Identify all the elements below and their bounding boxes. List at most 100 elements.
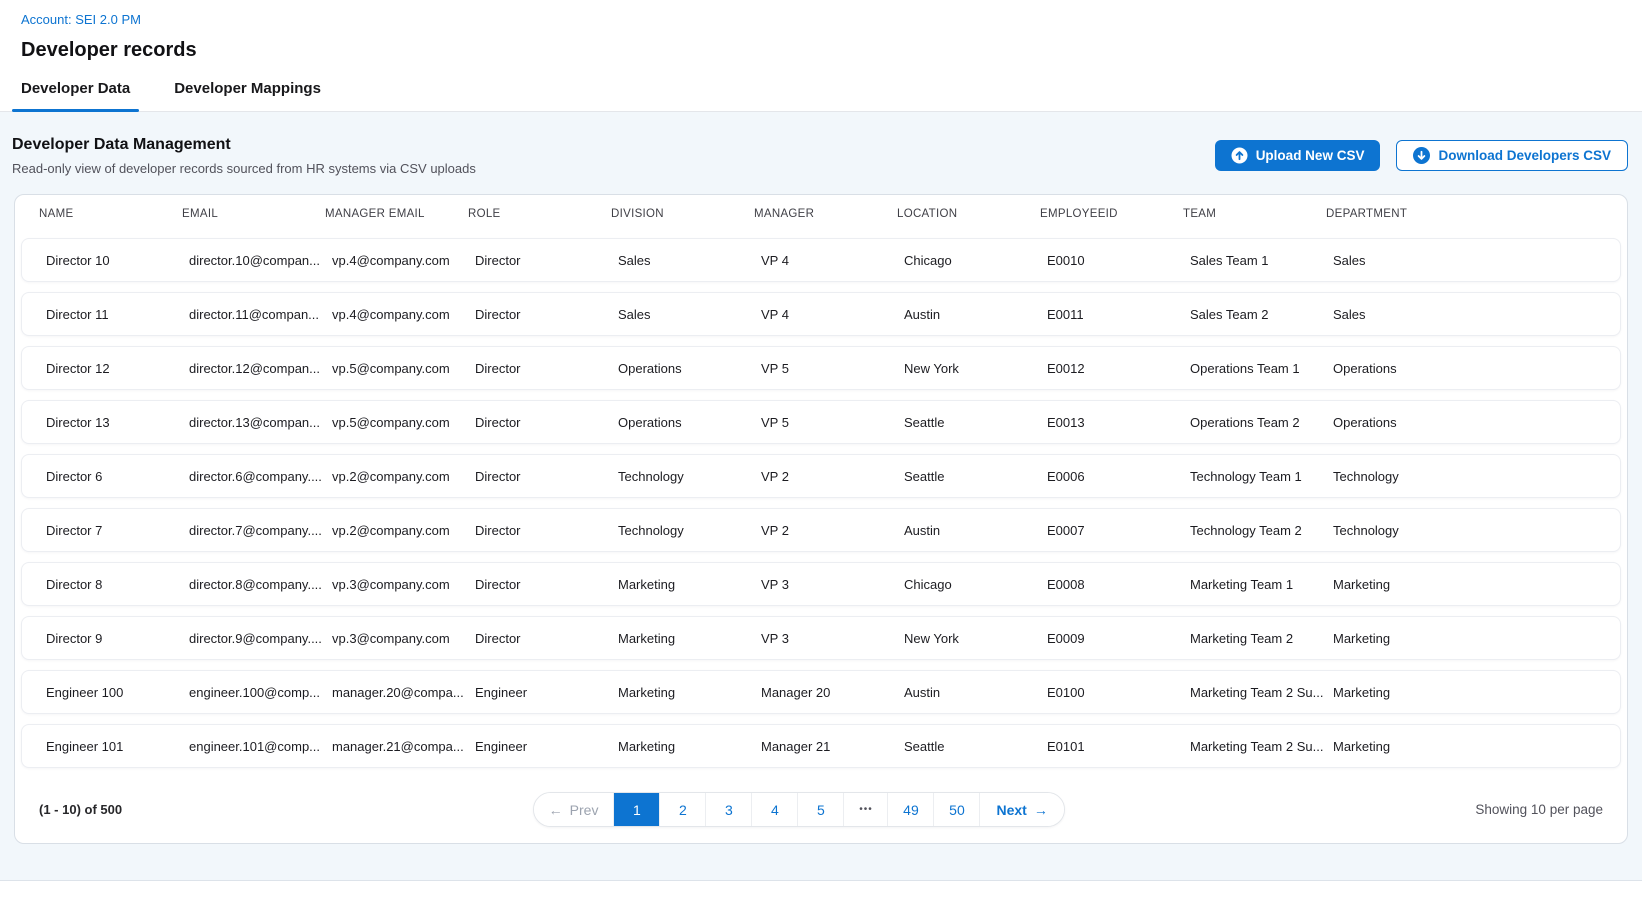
table-body: Director 10 director.10@compan... vp.4@c… (15, 234, 1627, 772)
cell-department: Operations (1333, 361, 1620, 376)
cell-employee-id: E0008 (1047, 577, 1190, 592)
cell-team: Technology Team 1 (1190, 469, 1333, 484)
table-row: Director 7 director.7@company.... vp.2@c… (21, 508, 1621, 552)
cell-role: Engineer (475, 739, 618, 754)
cell-employee-id: E0010 (1047, 253, 1190, 268)
cell-email: director.12@compan... (189, 361, 332, 376)
cell-division: Technology (618, 469, 761, 484)
cell-team: Marketing Team 2 (1190, 631, 1333, 646)
cell-manager: VP 2 (761, 469, 904, 484)
cell-name: Director 8 (46, 577, 189, 592)
prev-page-button[interactable]: ← Prev (534, 793, 615, 826)
cell-division: Sales (618, 253, 761, 268)
table-row: Director 6 director.6@company.... vp.2@c… (21, 454, 1621, 498)
cell-location: New York (904, 361, 1047, 376)
upload-csv-label: Upload New CSV (1256, 148, 1365, 163)
page-button-50[interactable]: 50 (934, 793, 980, 826)
page-button-49[interactable]: 49 (888, 793, 934, 826)
page-button-1[interactable]: 1 (614, 793, 660, 826)
column-header: EMAIL (182, 208, 325, 220)
csv-actions: Upload New CSV Download Developers CSV (1215, 140, 1628, 171)
cell-division: Marketing (618, 685, 761, 700)
cell-name: Director 11 (46, 307, 189, 322)
cell-name: Director 6 (46, 469, 189, 484)
page-button-4[interactable]: 4 (752, 793, 798, 826)
cell-name: Engineer 101 (46, 739, 189, 754)
cell-team: Marketing Team 2 Su... (1190, 739, 1333, 754)
table-row: Director 13 director.13@compan... vp.5@c… (21, 400, 1621, 444)
cell-department: Marketing (1333, 631, 1620, 646)
cell-manager-email: vp.2@company.com (332, 523, 475, 538)
cell-department: Marketing (1333, 577, 1620, 592)
page-button-5[interactable]: 5 (798, 793, 844, 826)
cell-employee-id: E0013 (1047, 415, 1190, 430)
cell-email: engineer.100@comp... (189, 685, 332, 700)
next-page-button[interactable]: Next → (980, 793, 1063, 826)
cell-location: New York (904, 631, 1047, 646)
cell-department: Operations (1333, 415, 1620, 430)
cell-manager-email: manager.20@compa... (332, 685, 475, 700)
cell-name: Director 9 (46, 631, 189, 646)
cell-manager-email: vp.2@company.com (332, 469, 475, 484)
cell-email: director.9@company.... (189, 631, 332, 646)
cell-name: Director 13 (46, 415, 189, 430)
cell-division: Operations (618, 415, 761, 430)
section-header: Developer Data Management Read-only view… (14, 112, 1628, 176)
cell-role: Director (475, 307, 618, 322)
cell-department: Marketing (1333, 739, 1620, 754)
cell-manager: Manager 21 (761, 739, 904, 754)
account-link[interactable]: Account: SEI 2.0 PM (21, 12, 141, 27)
column-header: DIVISION (611, 208, 754, 220)
cell-location: Austin (904, 523, 1047, 538)
column-header: MANAGER EMAIL (325, 208, 468, 220)
cell-manager: VP 5 (761, 361, 904, 376)
cell-manager-email: manager.21@compa... (332, 739, 475, 754)
cell-department: Sales (1333, 307, 1620, 322)
page-button-2[interactable]: 2 (660, 793, 706, 826)
cell-division: Technology (618, 523, 761, 538)
cell-department: Sales (1333, 253, 1620, 268)
table-row: Director 10 director.10@compan... vp.4@c… (21, 238, 1621, 282)
column-header: DEPARTMENT (1326, 208, 1603, 220)
pager: ← Prev 12345•••4950 Next → (533, 792, 1065, 827)
cell-manager: VP 4 (761, 253, 904, 268)
tab-developer-mappings[interactable]: Developer Mappings (165, 80, 330, 111)
cell-employee-id: E0006 (1047, 469, 1190, 484)
right-arrow-icon: → (1034, 802, 1048, 818)
cell-manager: VP 2 (761, 523, 904, 538)
result-range-label: (1 - 10) of 500 (39, 802, 122, 817)
left-arrow-icon: ← (549, 802, 563, 818)
page-title: Developer records (21, 37, 1621, 63)
cell-manager-email: vp.3@company.com (332, 577, 475, 592)
table-row: Director 12 director.12@compan... vp.5@c… (21, 346, 1621, 390)
cell-location: Austin (904, 307, 1047, 322)
cell-location: Chicago (904, 577, 1047, 592)
cell-location: Seattle (904, 469, 1047, 484)
cell-role: Director (475, 523, 618, 538)
cell-team: Marketing Team 1 (1190, 577, 1333, 592)
cell-division: Operations (618, 361, 761, 376)
cell-department: Technology (1333, 469, 1620, 484)
cell-role: Director (475, 253, 618, 268)
cell-employee-id: E0101 (1047, 739, 1190, 754)
cell-location: Seattle (904, 415, 1047, 430)
cell-email: director.11@compan... (189, 307, 332, 322)
column-header: NAME (39, 208, 182, 220)
cell-name: Director 10 (46, 253, 189, 268)
cell-manager: VP 3 (761, 577, 904, 592)
cell-manager-email: vp.4@company.com (332, 307, 475, 322)
cell-division: Marketing (618, 631, 761, 646)
section-title: Developer Data Management (12, 135, 476, 155)
cell-location: Seattle (904, 739, 1047, 754)
table-row: Director 8 director.8@company.... vp.3@c… (21, 562, 1621, 606)
table-row: Director 9 director.9@company.... vp.3@c… (21, 616, 1621, 660)
download-csv-button[interactable]: Download Developers CSV (1396, 140, 1628, 171)
page-button-3[interactable]: 3 (706, 793, 752, 826)
cell-team: Marketing Team 2 Su... (1190, 685, 1333, 700)
column-header: MANAGER (754, 208, 897, 220)
upload-csv-button[interactable]: Upload New CSV (1215, 140, 1381, 171)
main-content: Developer Data Management Read-only view… (0, 112, 1642, 881)
cell-team: Sales Team 1 (1190, 253, 1333, 268)
cell-role: Director (475, 469, 618, 484)
tab-developer-data[interactable]: Developer Data (12, 80, 139, 111)
